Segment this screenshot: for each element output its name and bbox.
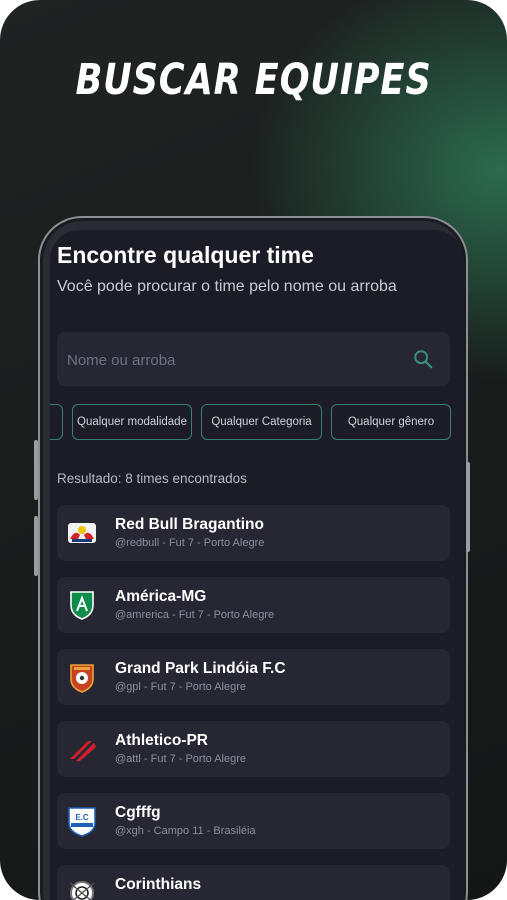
team-name: Corinthians	[115, 876, 202, 893]
team-item[interactable]: Corinthians	[57, 865, 450, 900]
team-item[interactable]: Grand Park Lindóia F.C @gpl - Fut 7 - Po…	[57, 649, 450, 705]
phone-volume-button	[34, 440, 38, 500]
phone-volume-button	[34, 516, 38, 576]
page-title: Encontre qualquer time	[57, 242, 314, 268]
filter-chip-genero[interactable]: Qualquer gênero	[331, 404, 451, 440]
team-item[interactable]: Red Bull Bragantino @redbull - Fut 7 - P…	[57, 505, 450, 561]
team-meta: @redbull - Fut 7 - Porto Alegre	[115, 537, 265, 549]
filter-chip-partial[interactable]	[50, 404, 63, 440]
team-meta: @amrerica - Fut 7 - Porto Alegre	[115, 609, 275, 621]
search-bar[interactable]	[57, 332, 450, 388]
corinthians-crest-icon	[65, 876, 99, 900]
team-item[interactable]: Athletico-PR @attl - Fut 7 - Porto Alegr…	[57, 721, 450, 777]
search-icon[interactable]	[412, 348, 434, 370]
ec-crest-icon: E.C	[65, 804, 99, 838]
search-input[interactable]	[65, 332, 399, 388]
team-name: Grand Park Lindóia F.C	[115, 660, 286, 677]
team-name: Athletico-PR	[115, 732, 208, 749]
team-name: Cgfffg	[115, 804, 161, 821]
red-bull-crest-icon	[65, 516, 99, 550]
svg-text:E.C: E.C	[75, 813, 89, 822]
america-mg-crest-icon	[65, 588, 99, 622]
team-meta: @xgh - Campo 11 - Brasiléia	[115, 825, 256, 837]
filter-chips: Qualquer modalidade Qualquer Categoria Q…	[50, 404, 464, 444]
app-screen: Encontre qualquer time Você pode procura…	[50, 230, 464, 900]
grand-park-crest-icon	[65, 660, 99, 694]
result-count: Resultado: 8 times encontrados	[57, 471, 247, 486]
filter-chip-categoria[interactable]: Qualquer Categoria	[201, 404, 322, 440]
phone-power-button	[466, 462, 470, 552]
team-item[interactable]: E.C Cgfffg @xgh - Campo 11 - Brasiléia	[57, 793, 450, 849]
team-meta: @gpl - Fut 7 - Porto Alegre	[115, 681, 247, 693]
team-meta: @attl - Fut 7 - Porto Alegre	[115, 753, 246, 765]
team-name: América-MG	[115, 588, 207, 605]
team-item[interactable]: América-MG @amrerica - Fut 7 - Porto Ale…	[57, 577, 450, 633]
filter-chip-modalidade[interactable]: Qualquer modalidade	[72, 404, 192, 440]
page-subtitle: Você pode procurar o time pelo nome ou a…	[57, 278, 397, 295]
team-name: Red Bull Bragantino	[115, 516, 264, 533]
promo-card: BUSCAR EQUIPES Encontre qualquer time Vo…	[0, 0, 507, 900]
promo-headline: BUSCAR EQUIPES	[75, 55, 432, 105]
athletico-crest-icon	[65, 732, 99, 766]
